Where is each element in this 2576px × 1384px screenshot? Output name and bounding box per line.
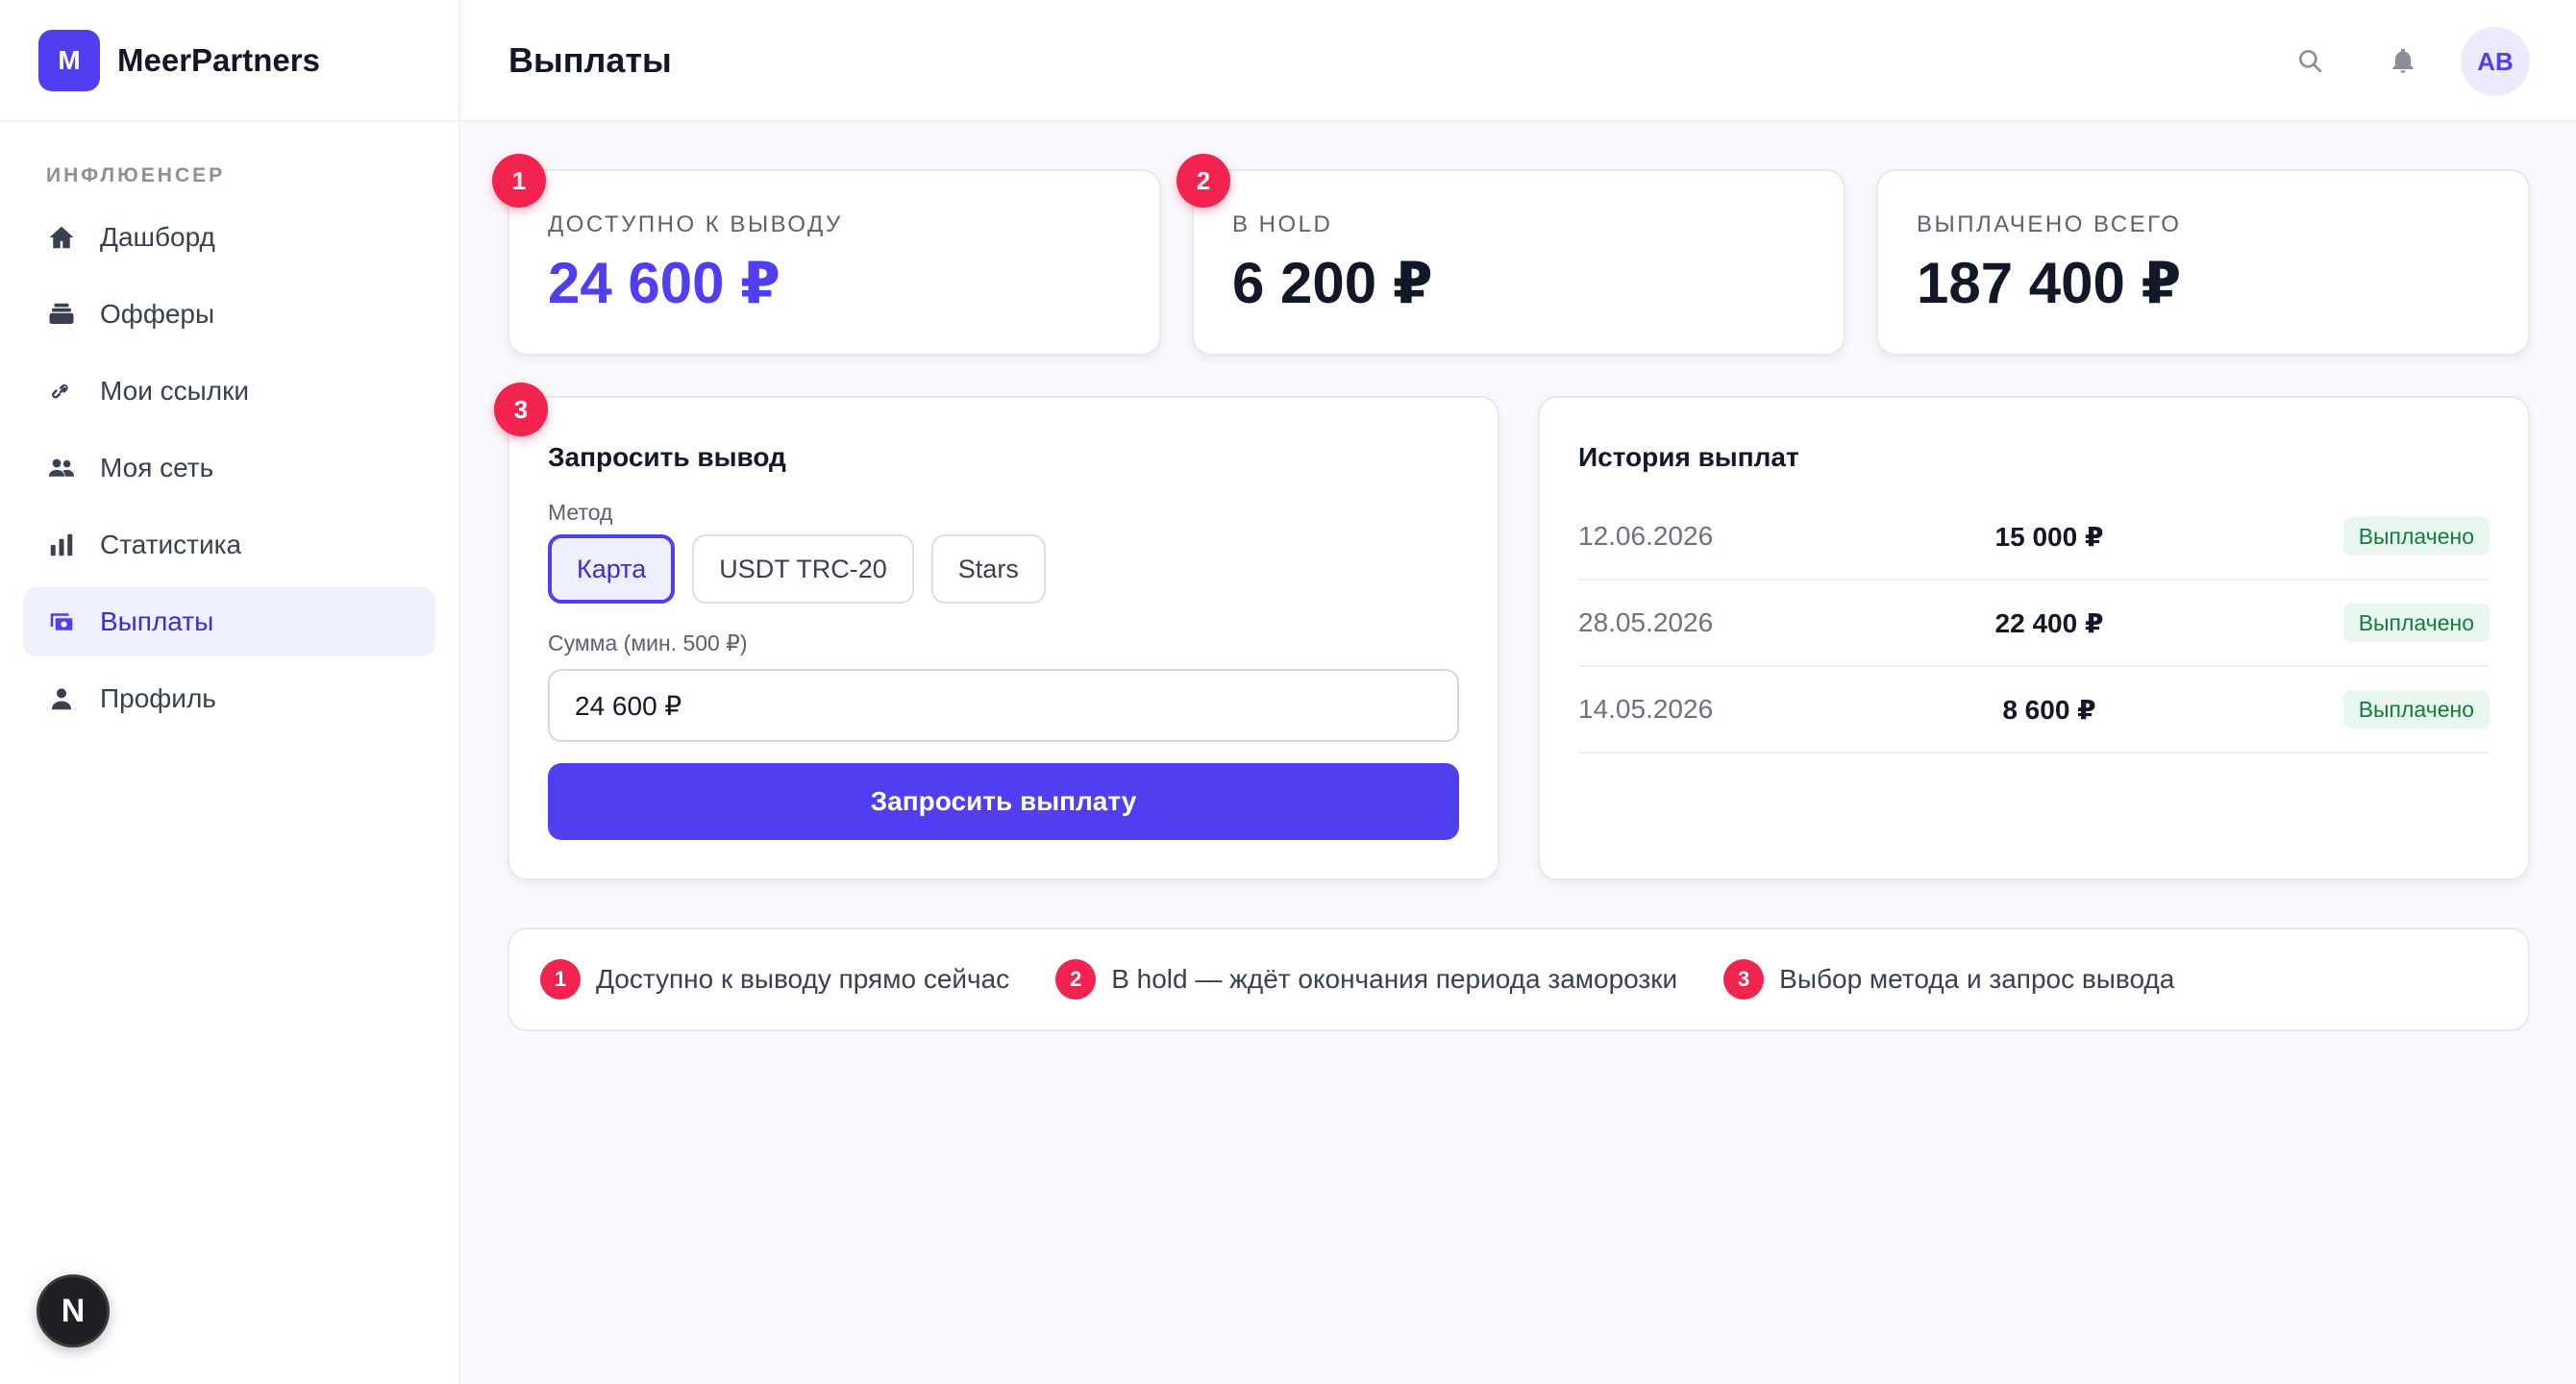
legend-text: Выбор метода и запрос вывода [1779, 964, 2175, 994]
home-icon [46, 222, 77, 253]
payout-amount: 22 400 ₽ [1994, 608, 2104, 638]
payout-amount: 8 600 ₽ [2002, 695, 2096, 725]
sidebar-nav: Дашборд Офферы Мои ссылки Моя сеть Стати… [0, 203, 458, 733]
bar-chart-icon [46, 530, 77, 560]
sidebar-item-payouts[interactable]: Выплаты [23, 587, 435, 656]
table-row: 14.05.2026 8 600 ₽ Выплачено [1578, 667, 2489, 754]
method-option-stars[interactable]: Stars [930, 534, 1046, 604]
history-title: История выплат [1578, 442, 1799, 472]
sidebar-item-label: Офферы [100, 299, 215, 329]
amount-input[interactable] [548, 669, 1459, 742]
avatar[interactable]: AB [2461, 27, 2530, 96]
status-badge: Выплачено [2342, 690, 2489, 729]
annotation-marker-2: 2 [1177, 154, 1230, 208]
table-row: 28.05.2026 22 400 ₽ Выплачено [1578, 581, 2489, 667]
payments-icon [46, 606, 77, 637]
status-badge: Выплачено [2342, 517, 2489, 556]
brand-name: MeerPartners [117, 41, 320, 78]
annotation-legend: 1 Доступно к выводу прямо сейчас 2 В hol… [508, 927, 2530, 1031]
payout-date: 28.05.2026 [1578, 607, 1714, 637]
method-option-card[interactable]: Карта [548, 534, 676, 604]
table-row: 12.06.2026 15 000 ₽ Выплачено [1578, 494, 2489, 581]
legend-item: 1 Доступно к выводу прямо сейчас [540, 959, 1009, 1000]
stat-label: В HOLD [1232, 211, 1333, 237]
status-badge: Выплачено [2342, 604, 2489, 642]
amount-label: Сумма (мин. 500 ₽) [548, 630, 748, 655]
sidebar-item-label: Выплаты [100, 606, 214, 636]
person-icon [46, 683, 77, 714]
sidebar-item-label: Профиль [100, 683, 216, 713]
sidebar-section-label: ИНФЛЮЕНСЕР [46, 164, 226, 186]
legend-marker: 2 [1055, 959, 1097, 1000]
sidebar-item-statistics[interactable]: Статистика [23, 510, 435, 580]
link-icon [46, 376, 77, 407]
stat-label: ВЫПЛАЧЕНО ВСЕГО [1917, 211, 2182, 237]
sidebar-item-network[interactable]: Моя сеть [23, 433, 435, 503]
top-bar: Выплаты AB [462, 0, 2576, 122]
dev-tools-badge[interactable]: N [37, 1274, 110, 1347]
legend-text: В hold — ждёт окончания периода заморозк… [1111, 964, 1678, 994]
method-selector: Карта USDT TRC-20 Stars [548, 534, 1063, 604]
sidebar-item-label: Моя сеть [100, 453, 214, 482]
sidebar: M MeerPartners ИНФЛЮЕНСЕР Дашборд Офферы… [0, 0, 460, 1384]
withdraw-card: Запросить вывод Метод Карта USDT TRC-20 … [508, 396, 1499, 880]
header-actions: AB [2253, 27, 2530, 96]
legend-item: 2 В hold — ждёт окончания периода заморо… [1055, 959, 1677, 1000]
sidebar-item-dashboard[interactable]: Дашборд [23, 203, 435, 272]
page-title: Выплаты [508, 39, 672, 80]
annotation-marker-3: 3 [494, 383, 548, 436]
annotation-marker-1: 1 [492, 154, 546, 208]
request-payout-button[interactable]: Запросить выплату [548, 763, 1459, 840]
sidebar-item-profile[interactable]: Профиль [23, 664, 435, 733]
sidebar-item-label: Дашборд [100, 222, 215, 252]
search-button[interactable] [2276, 27, 2345, 96]
bell-icon [2392, 48, 2414, 73]
method-label: Метод [548, 500, 613, 525]
stat-card-hold: В HOLD 6 200 ₽ [1192, 169, 1845, 356]
stat-label: ДОСТУПНО К ВЫВОДУ [548, 211, 843, 237]
users-icon [46, 453, 77, 483]
payout-amount: 15 000 ₽ [1994, 522, 2104, 552]
stat-value: 187 400 ₽ [1917, 251, 2182, 315]
legend-text: Доступно к выводу прямо сейчас [596, 964, 1010, 994]
sidebar-item-label: Мои ссылки [100, 376, 249, 406]
sidebar-item-offers[interactable]: Офферы [23, 280, 435, 349]
legend-marker: 1 [540, 959, 581, 1000]
legend-marker: 3 [1723, 959, 1765, 1000]
payout-history-card: История выплат 12.06.2026 15 000 ₽ Выпла… [1538, 396, 2530, 880]
stat-value: 24 600 ₽ [548, 251, 780, 315]
stat-value: 6 200 ₽ [1232, 251, 1433, 315]
sidebar-item-label: Статистика [100, 530, 242, 559]
stat-card-available: ДОСТУПНО К ВЫВОДУ 24 600 ₽ [508, 169, 1161, 356]
stat-card-paid-total: ВЫПЛАЧЕНО ВСЕГО 187 400 ₽ [1876, 169, 2530, 356]
payout-date: 14.05.2026 [1578, 694, 1714, 724]
payout-date: 12.06.2026 [1578, 521, 1714, 551]
notifications-button[interactable] [2368, 27, 2438, 96]
sidebar-item-links[interactable]: Мои ссылки [23, 357, 435, 426]
withdraw-title: Запросить вывод [548, 442, 786, 472]
legend-item: 3 Выбор метода и запрос вывода [1723, 959, 2174, 1000]
method-option-usdt[interactable]: USDT TRC-20 [692, 534, 914, 604]
brand-logo: M [38, 29, 100, 91]
stack-icon [46, 299, 77, 330]
brand[interactable]: M MeerPartners [0, 0, 458, 122]
search-icon [2299, 50, 2322, 73]
